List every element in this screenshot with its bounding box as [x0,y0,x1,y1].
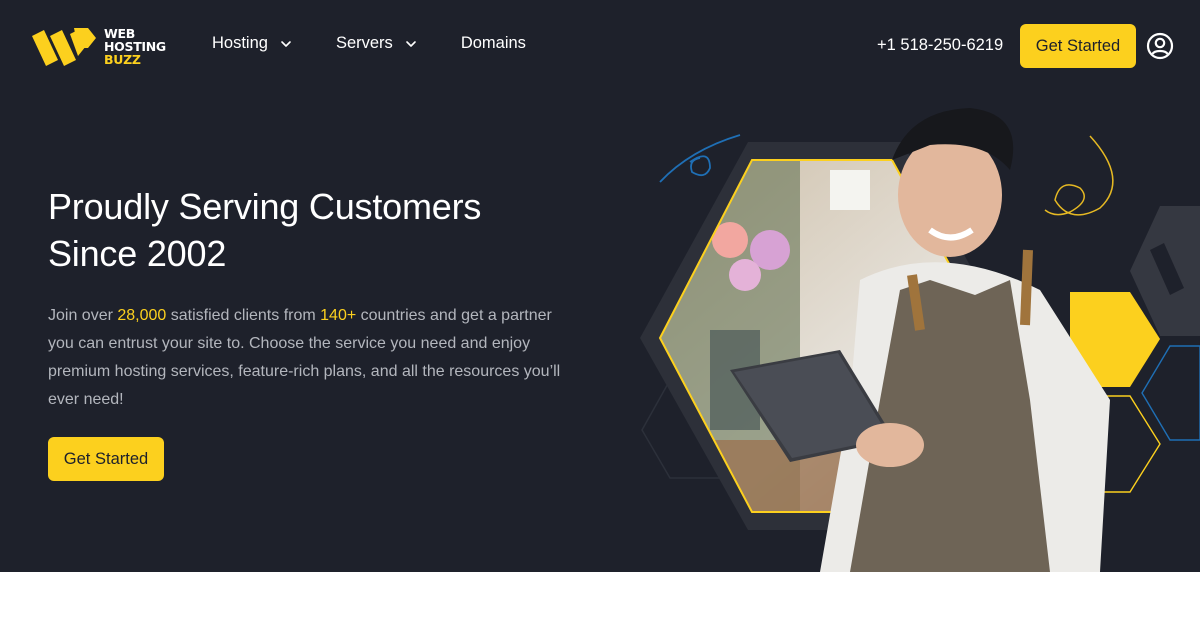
main-nav: Hosting Servers Domains [212,34,570,53]
logo-mark-icon [32,28,96,66]
nav-item-label: Servers [335,34,393,52]
user-circle-icon[interactable] [1146,32,1174,60]
nav-item-servers[interactable]: Servers [336,34,417,53]
decor-squiggle-blue [659,134,741,183]
next-section [0,572,1200,634]
brand-logo[interactable]: WEB HOSTING BUZZ [30,24,170,68]
chevron-down-icon [406,40,416,47]
nav-item-hosting[interactable]: Hosting [212,34,292,53]
header-get-started-button[interactable]: Get Started [1020,24,1136,68]
hero-title: Proudly Serving Customers Since 2002 [48,183,568,277]
nav-item-label: Domains [460,34,526,52]
logo-text-hosting: HOSTING [104,38,166,54]
hero-description: Join over 28,000 satisfied clients from … [48,302,568,414]
clients-count-highlight: 28,000 [117,307,167,324]
hero-get-started-button[interactable]: Get Started [48,437,164,481]
hero-title-line1: Proudly Serving Customers [48,186,482,227]
desc-text: satisfied clients from [166,307,321,324]
chevron-down-icon [281,40,291,47]
decor-squiggle-yellow [1044,135,1114,216]
phone-link[interactable]: +1 518-250-6219 [877,36,1003,55]
hero-illustration [630,100,1200,572]
nav-item-domains[interactable]: Domains [461,34,526,53]
hero-image [640,108,1200,572]
logo-text-buzz: BUZZ [104,51,141,67]
hero-section: WEB HOSTING BUZZ Hosting Servers Domains… [0,0,1200,572]
nav-item-label: Hosting [212,34,268,52]
hero-title-line2: Since 2002 [48,233,227,274]
desc-text: Join over [48,307,118,324]
decor-hex-blue-outline [1141,345,1200,441]
countries-count-highlight: 140+ [320,307,357,324]
logo-text-web: WEB [104,25,135,41]
logo-wordmark: WEB HOSTING BUZZ [104,27,166,66]
